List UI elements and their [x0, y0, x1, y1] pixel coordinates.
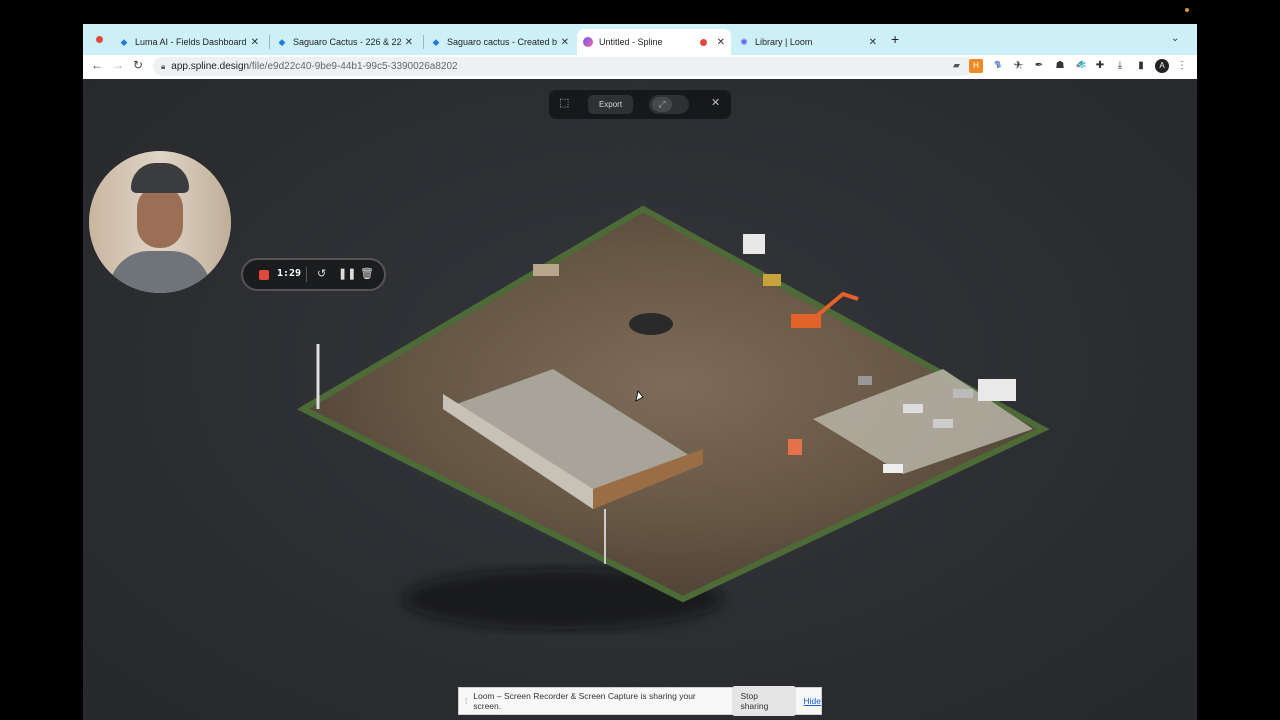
- recording-timer: 1:29: [277, 268, 302, 279]
- pause-icon[interactable]: ❚❚: [338, 267, 356, 280]
- extensions-puzzle-icon[interactable]: ✚: [1093, 59, 1107, 73]
- download-icon[interactable]: ⤓: [1113, 59, 1127, 73]
- extension-ink-icon[interactable]: ✒: [1032, 59, 1046, 73]
- camera-icon[interactable]: ▰: [953, 60, 960, 71]
- tab-saguaro-created[interactable]: ◆ Saguaro cactus - Created by ✕: [425, 29, 575, 55]
- luma-icon: ◆: [120, 37, 128, 47]
- luma-icon: ◆: [432, 37, 440, 47]
- excavation-pit: [629, 313, 673, 335]
- person-face: [137, 186, 183, 248]
- tab-title: Saguaro cactus - Created by: [447, 37, 557, 47]
- parked-car: [933, 419, 953, 428]
- tab-divider: [423, 35, 424, 49]
- browser-toolbar: ← → ↻ 🔒︎ app.spline.design/file/e9d22c40…: [83, 55, 1197, 79]
- drag-handle-icon[interactable]: ⁞: [465, 697, 467, 706]
- extension-orange-icon[interactable]: H: [969, 59, 983, 73]
- side-panel-icon[interactable]: ▮: [1134, 59, 1148, 73]
- tab-title: Saguaro Cactus - 226 & 227 -: [293, 37, 401, 47]
- extension-bird-icon[interactable]: ✈: [1011, 59, 1025, 73]
- tab-title: Luma AI - Fields Dashboard: [135, 37, 247, 47]
- loom-icon: ✺: [740, 37, 748, 47]
- hide-link[interactable]: Hide: [804, 696, 821, 706]
- spline-floating-toolbar: ⬚ Export ⤢ ✕: [549, 90, 731, 119]
- parked-car: [903, 404, 923, 413]
- parked-car: [883, 464, 903, 473]
- address-bar[interactable]: 🔒︎ app.spline.design/file/e9d22c40-9be9-…: [153, 57, 1024, 76]
- trash-icon[interactable]: 🗑︎: [360, 267, 374, 280]
- lock-icon: 🔒︎: [161, 61, 166, 71]
- share-message: Loom – Screen Recorder & Screen Capture …: [473, 691, 696, 711]
- browser-window: ◆ Luma AI - Fields Dashboard ✕ ◆ Saguaro…: [83, 24, 1197, 720]
- loom-recording-controls: 1:29 ↺ ❚❚ 🗑︎: [241, 258, 386, 291]
- luma-icon: ◆: [278, 37, 286, 47]
- close-icon[interactable]: ✕: [405, 37, 413, 48]
- spline-icon: [583, 37, 593, 47]
- close-icon[interactable]: ✕: [711, 96, 720, 109]
- fullscreen-toggle[interactable]: ⤢: [649, 95, 689, 114]
- close-icon[interactable]: ✕: [561, 37, 569, 48]
- tab-title: Untitled - Spline: [599, 37, 663, 47]
- construction-site-scan[interactable]: [83, 79, 1197, 720]
- parked-car: [953, 389, 973, 398]
- spline-viewport[interactable]: ⬚ Export ⤢ ✕ 1:29 ↺ ❚❚ 🗑︎ ⁞ Loom – Scree…: [83, 79, 1197, 720]
- back-icon[interactable]: ←: [88, 58, 106, 72]
- extension-react-icon[interactable]: ✻: [1075, 59, 1089, 73]
- stop-recording-button[interactable]: [259, 270, 269, 280]
- tab-luma-dashboard[interactable]: ◆ Luma AI - Fields Dashboard ✕: [113, 29, 265, 55]
- storage-shed: [533, 264, 559, 276]
- office-trailer: [978, 379, 1016, 401]
- close-icon[interactable]: ✕: [251, 37, 259, 48]
- tab-divider: [269, 35, 270, 49]
- expand-icon: ⤢: [652, 97, 672, 112]
- notification-dot: [1185, 8, 1189, 12]
- record-indicator-icon: [96, 36, 103, 43]
- profile-avatar-icon[interactable]: A: [1155, 59, 1169, 73]
- restart-icon[interactable]: ↺: [317, 267, 326, 280]
- tab-strip: ◆ Luma AI - Fields Dashboard ✕ ◆ Saguaro…: [83, 24, 1197, 55]
- close-icon[interactable]: ✕: [717, 37, 725, 48]
- site-trailer: [743, 234, 765, 254]
- parked-car: [858, 376, 872, 385]
- frame-icon[interactable]: ⬚: [559, 96, 569, 109]
- extension-badge-icon[interactable]: ☗: [1053, 59, 1067, 73]
- tab-spline[interactable]: Untitled - Spline ✕: [577, 29, 731, 55]
- loader-vehicle: [763, 274, 781, 286]
- tab-search-chevron-icon[interactable]: ⌄: [1171, 33, 1179, 44]
- loom-webcam-bubble[interactable]: [89, 151, 231, 293]
- screen-share-notice: ⁞ Loom – Screen Recorder & Screen Captur…: [458, 686, 822, 716]
- close-icon[interactable]: ✕: [869, 37, 877, 48]
- new-tab-icon[interactable]: +: [891, 31, 899, 47]
- extension-pen-icon[interactable]: ✎: [991, 59, 1005, 73]
- record-indicator-icon: [699, 38, 707, 46]
- equipment-orange: [788, 439, 802, 455]
- stop-sharing-button[interactable]: Stop sharing: [732, 686, 796, 716]
- control-divider: [306, 267, 307, 282]
- reload-icon[interactable]: ↻: [129, 58, 147, 72]
- tab-loom-library[interactable]: ✺ Library | Loom ✕: [733, 29, 883, 55]
- tab-title: Library | Loom: [755, 37, 813, 47]
- export-button[interactable]: Export: [588, 95, 633, 114]
- tab-saguaro-226[interactable]: ◆ Saguaro Cactus - 226 & 227 - ✕: [271, 29, 419, 55]
- url-host: app.spline.design: [171, 61, 250, 72]
- url-path: /file/e9d22c40-9be9-44b1-99c5-3390026a82…: [249, 61, 458, 72]
- forward-icon[interactable]: →: [109, 58, 127, 72]
- browser-menu-icon[interactable]: ⋮: [1175, 59, 1189, 73]
